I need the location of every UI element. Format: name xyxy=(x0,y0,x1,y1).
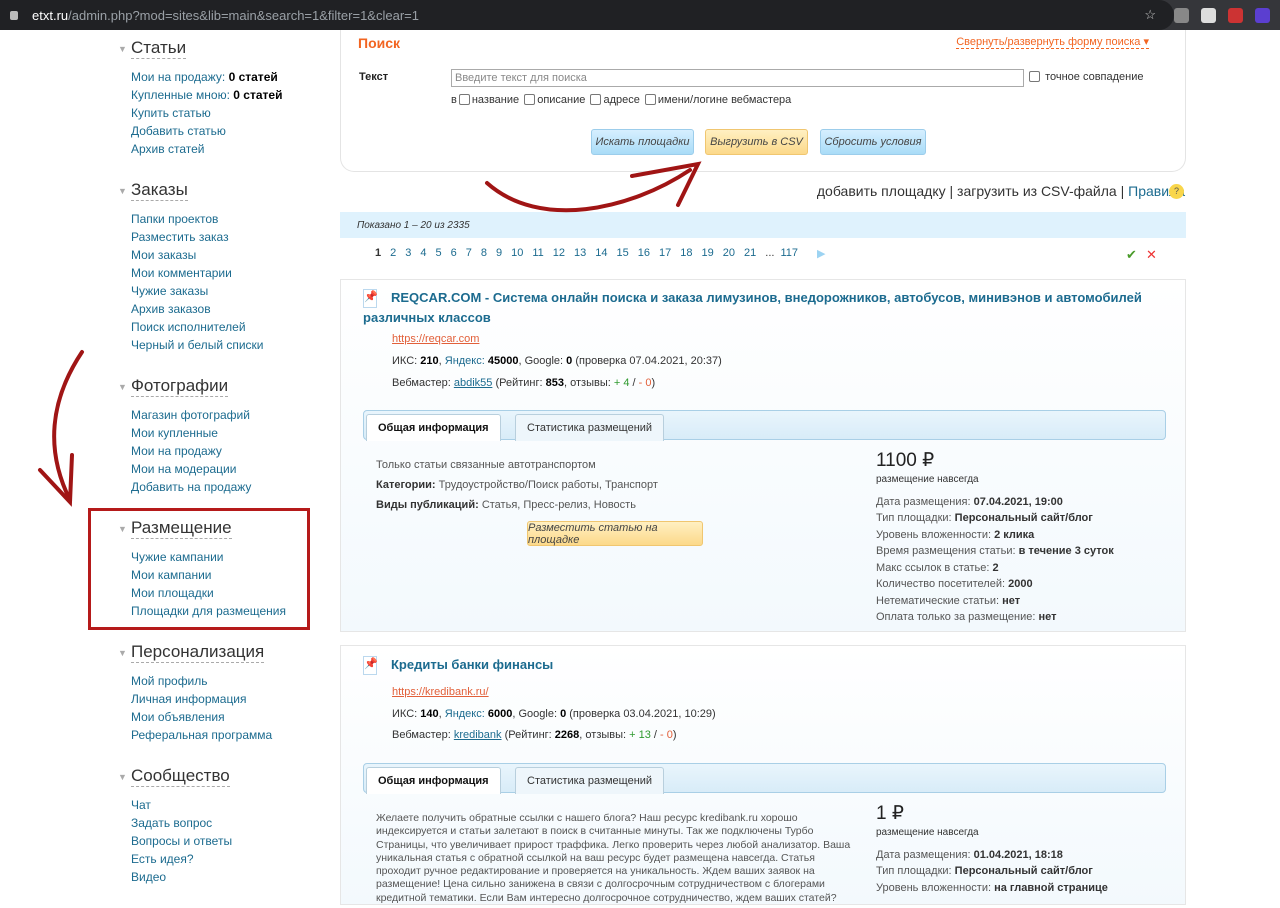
annotation-arrows xyxy=(38,161,702,507)
arrow-to-csv xyxy=(485,168,692,213)
arrow-to-placement xyxy=(52,350,84,502)
